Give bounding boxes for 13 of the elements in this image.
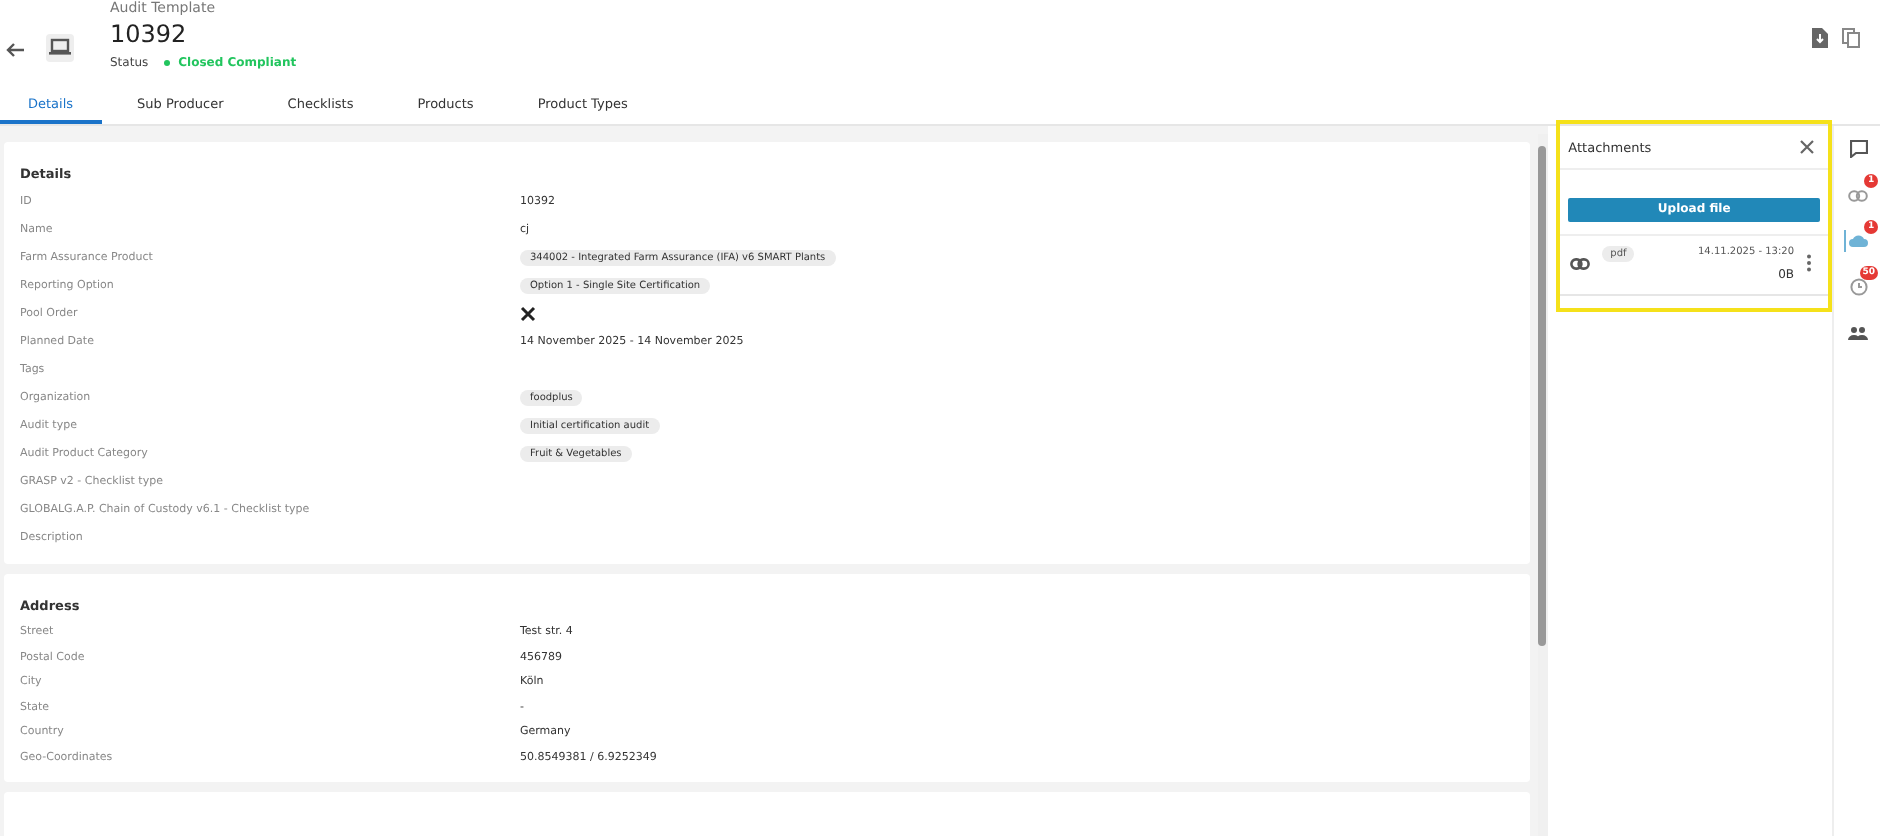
back-button[interactable]: [4, 37, 28, 61]
link-icon[interactable]: [1848, 189, 1869, 201]
back-arrow-icon: [6, 39, 26, 59]
page-title: 10392: [110, 18, 189, 50]
copy-icon[interactable]: [1842, 28, 1860, 48]
more-icon[interactable]: [1806, 254, 1813, 272]
download-file-icon[interactable]: [1812, 28, 1828, 48]
comment-icon[interactable]: [1849, 140, 1868, 158]
people-icon[interactable]: [1848, 326, 1869, 340]
laptop-icon: [46, 33, 74, 61]
close-button[interactable]: [1800, 140, 1817, 156]
history-icon[interactable]: [1849, 278, 1868, 296]
link-icon: [1570, 257, 1591, 269]
